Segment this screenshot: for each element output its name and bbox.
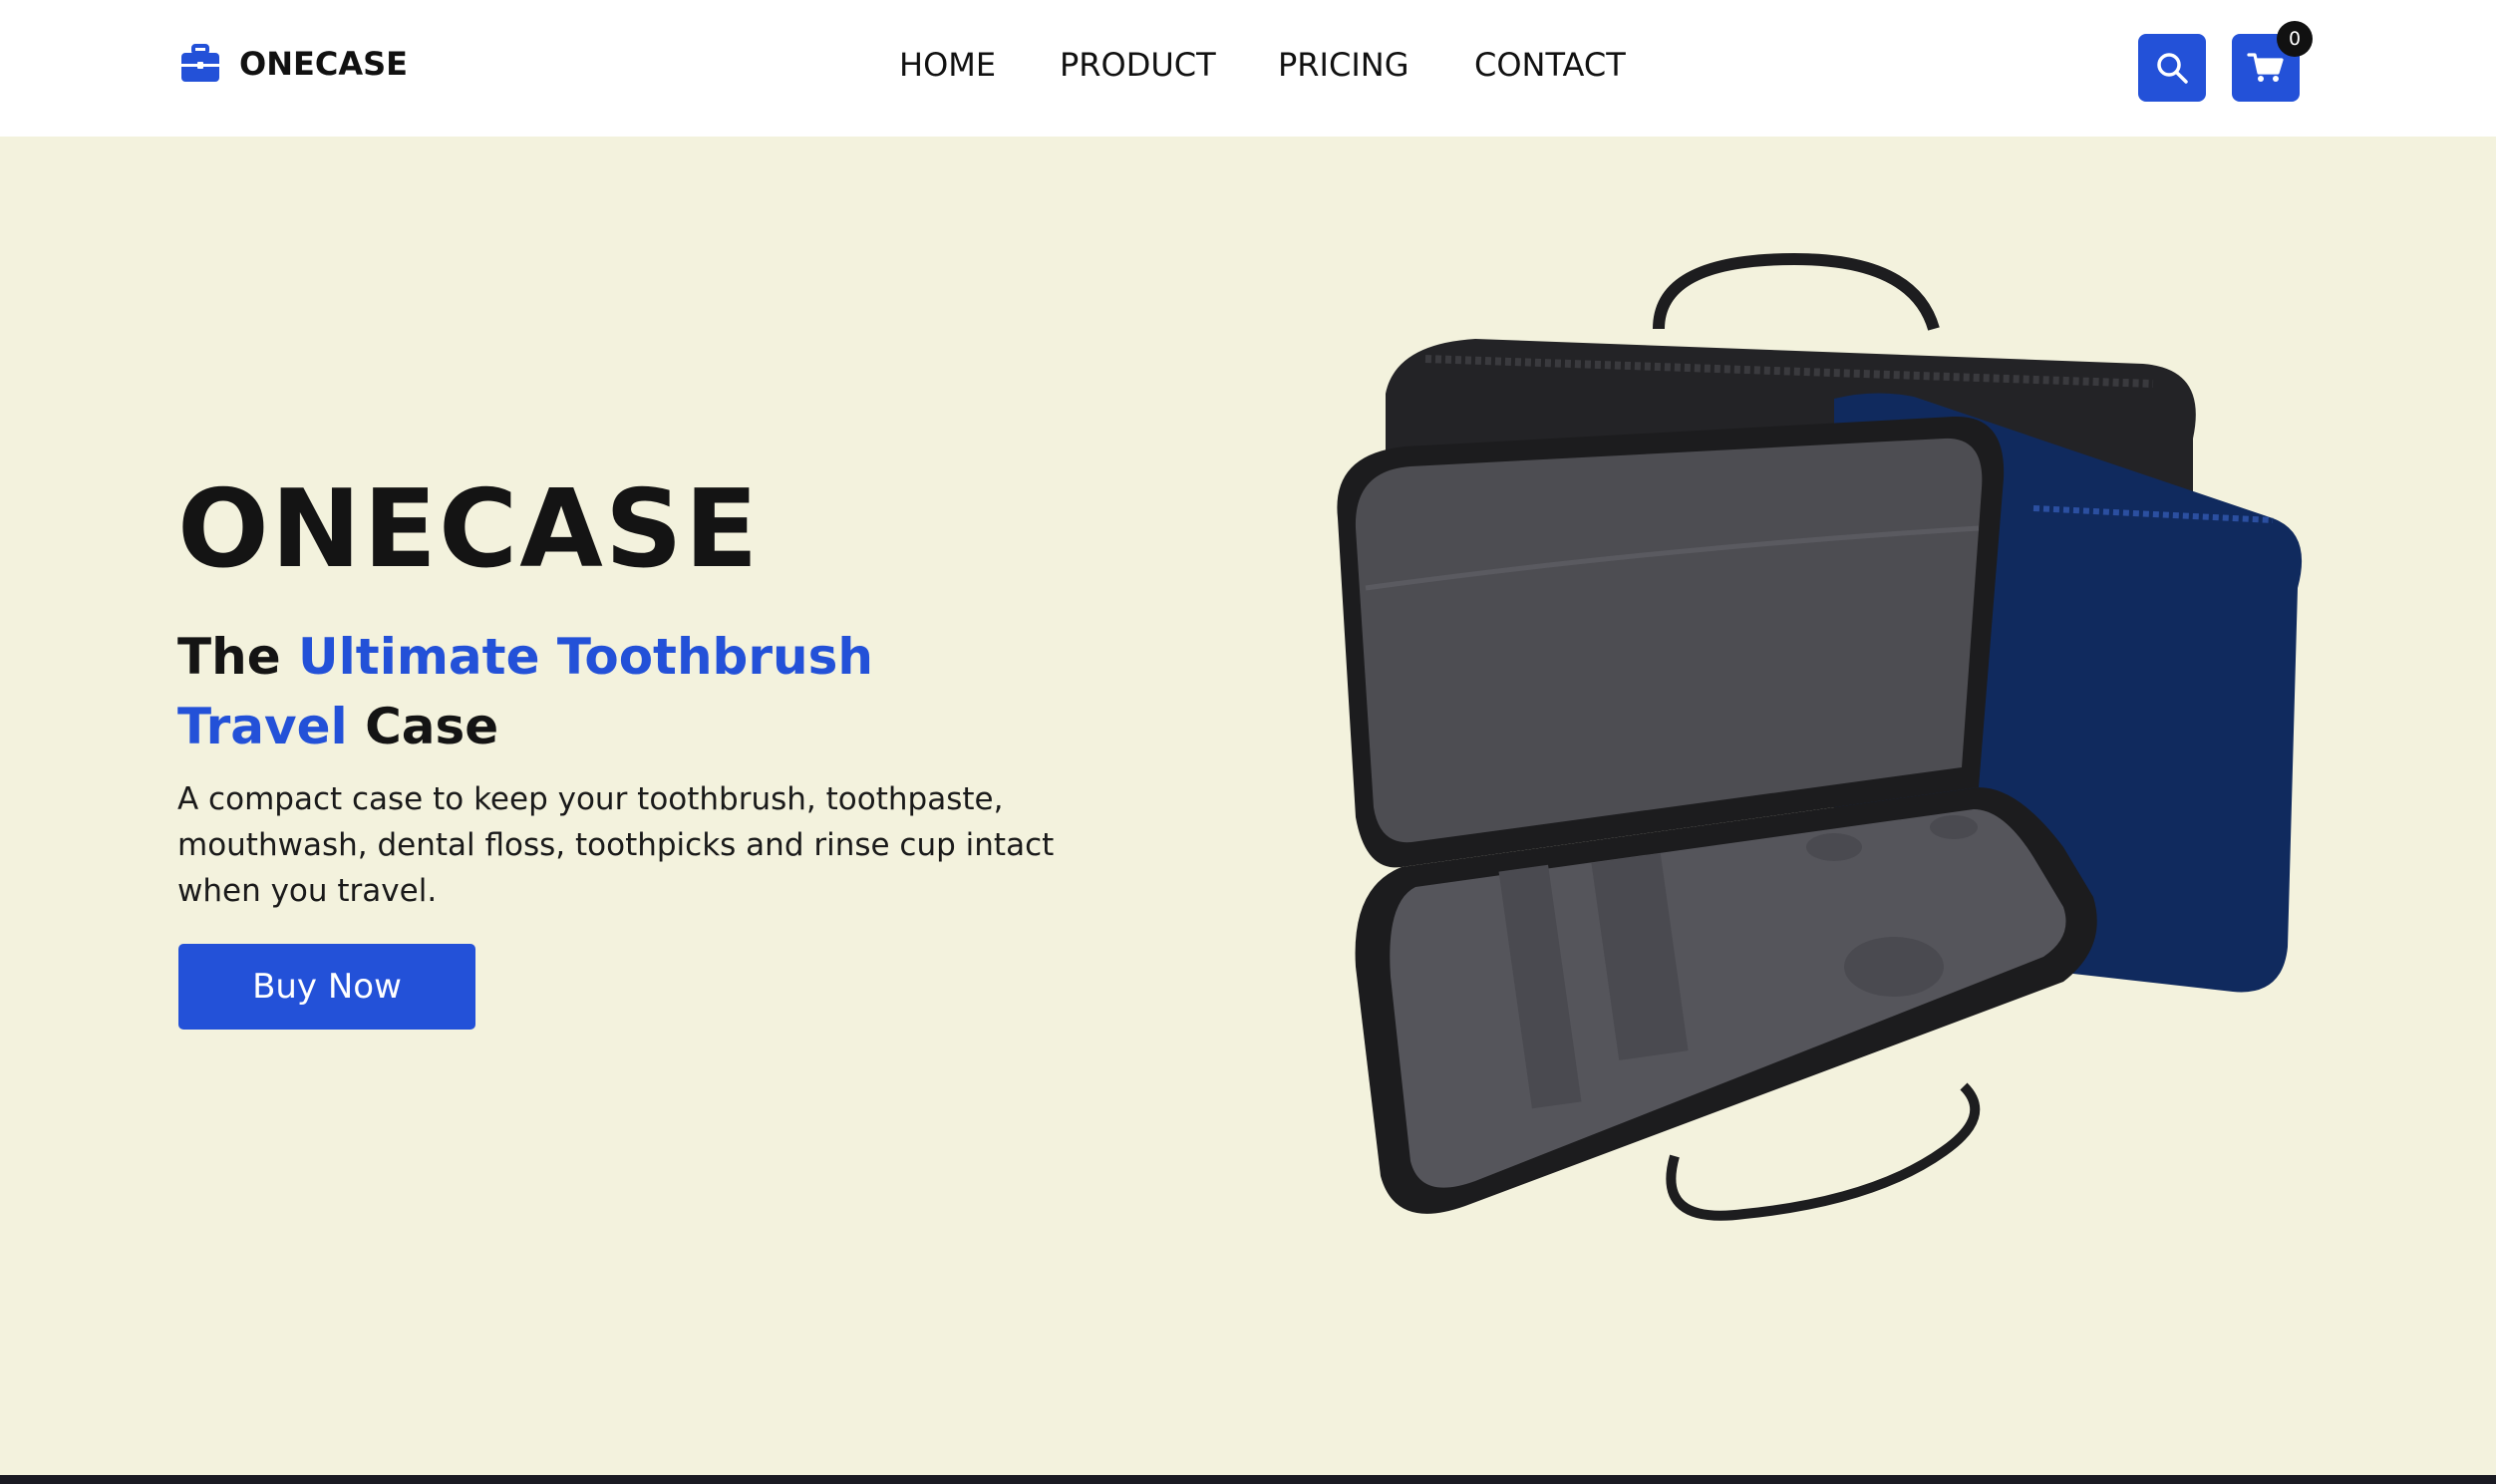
briefcase-icon: [181, 44, 219, 82]
brand-logo[interactable]: ONECASE: [179, 44, 408, 84]
nav-product[interactable]: PRODUCT: [1060, 46, 1216, 84]
nav-contact[interactable]: CONTACT: [1474, 46, 1626, 84]
cart-count-badge: 0: [2277, 21, 2313, 57]
bottom-edge-bar: [0, 1475, 2496, 1484]
subtitle-the: The: [177, 628, 281, 686]
brand-name: ONECASE: [239, 45, 408, 83]
hero-description: A compact case to keep your toothbrush, …: [177, 781, 1055, 909]
cart-icon: [2247, 53, 2284, 82]
nav-pricing[interactable]: PRICING: [1278, 46, 1408, 84]
search-icon: [2157, 53, 2188, 84]
hero-title: ONECASE: [177, 467, 761, 592]
buy-now-button[interactable]: Buy Now: [178, 944, 475, 1030]
hero-subtitle: The Ultimate Toothbrush Travel Case: [177, 622, 875, 761]
search-button[interactable]: [2138, 34, 2206, 102]
subtitle-case: Case: [365, 698, 499, 755]
site-header: ONECASE HOME PRODUCT PRICING CONTACT 0: [0, 0, 2496, 137]
subtitle-accent-travel: Travel: [177, 698, 348, 755]
subtitle-accent-ultimate: Ultimate Toothbrush: [298, 628, 873, 686]
nav-home[interactable]: HOME: [899, 46, 996, 84]
product-image: [1337, 252, 2303, 1221]
